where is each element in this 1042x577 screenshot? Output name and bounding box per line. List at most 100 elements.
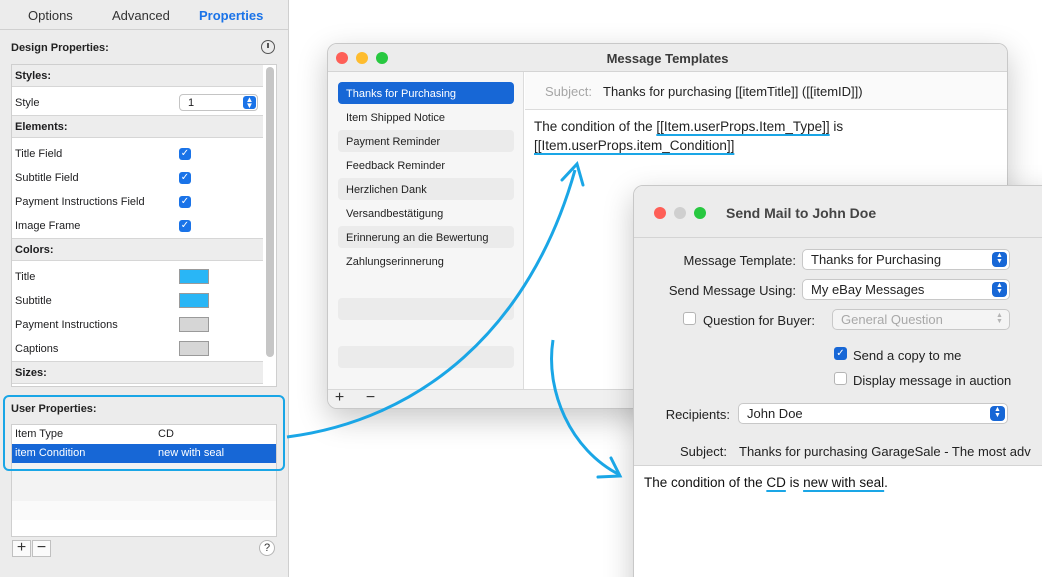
template-select-value: Thanks for Purchasing [811,252,942,267]
element-label: Image Frame [15,220,81,232]
question-checkbox[interactable] [683,312,696,325]
element-label: Payment Instructions Field [15,196,145,208]
minimize-icon[interactable] [674,207,686,219]
empty-row [12,482,276,501]
body-text: The condition of the [644,475,767,490]
send-copy-checkbox[interactable]: ✓ [834,347,847,360]
template-list: Thanks for Purchasing Item Shipped Notic… [328,72,524,389]
template-body-editor[interactable]: The condition of the [[Item.userProps.It… [534,117,1004,155]
substituted-value: CD [766,475,786,490]
empty-row [338,298,514,320]
list-item[interactable]: Feedback Reminder [338,154,514,176]
placeholder-token: [[Item.userProps.Item_Type]] [656,119,830,134]
chevron-updown-icon: ▲ ▼ [996,312,1003,325]
subject-field[interactable]: Thanks for purchasing [[itemTitle]] ([[i… [603,84,863,99]
list-item[interactable]: Versandbestätigung [338,202,514,224]
element-label: Subtitle Field [15,172,79,184]
chevron-updown-icon: ▲ ▼ [992,282,1007,297]
scrollbar[interactable] [266,67,274,357]
using-select[interactable]: My eBay Messages ▲ ▼ [802,279,1010,300]
window-title: Message Templates [606,51,729,66]
list-item[interactable]: Payment Reminder [338,130,514,152]
element-row: Payment Instructions Field ✓ [12,190,263,214]
subject-row: Subject: Thanks for purchasing GarageSal… [634,438,1042,466]
send-copy-label: Send a copy to me [853,348,962,363]
group-elements: Elements: [12,115,263,138]
style-select[interactable]: 1 ▲ ▼ [179,94,258,111]
display-in-auction-checkbox[interactable] [834,372,847,385]
zoom-icon[interactable] [694,207,706,219]
list-item[interactable]: Item Shipped Notice [338,106,514,128]
style-value: 1 [188,97,195,109]
subject-label: Subject: [680,444,727,459]
add-property-button[interactable]: + [12,540,31,557]
color-swatch[interactable] [179,341,209,356]
subject-label: Subject: [545,84,592,99]
color-swatch[interactable] [179,293,209,308]
message-body-editor[interactable]: The condition of the CD is new with seal… [644,475,888,490]
substituted-value: new with seal [803,475,885,490]
window-title: Send Mail to John Doe [726,205,877,221]
color-row: Captions [12,337,263,361]
tab-options[interactable]: Options [28,8,73,23]
element-checkbox[interactable]: ✓ [179,220,191,232]
using-label: Send Message Using: [668,283,796,298]
subject-bar: Subject: Thanks for purchasing [[itemTit… [525,72,1007,110]
chevron-updown-icon: ▲ ▼ [990,406,1005,421]
element-checkbox[interactable]: ✓ [179,196,191,208]
element-checkbox[interactable]: ✓ [179,148,191,160]
subject-field[interactable]: Thanks for purchasing GarageSale - The m… [739,444,1031,459]
color-label: Title [15,271,36,283]
titlebar: Send Mail to John Doe [634,186,1042,238]
element-label: Title Field [15,148,63,160]
help-button[interactable]: ? [259,540,275,556]
display-in-auction-label: Display message in auction [853,373,1012,388]
color-swatch[interactable] [179,317,209,332]
recipients-select[interactable]: John Doe ▲ ▼ [738,403,1008,424]
recipients-select-value: John Doe [747,406,803,421]
recipients-label: Recipients: [665,407,730,422]
history-icon[interactable] [261,40,275,54]
tab-properties[interactable]: Properties [199,8,263,23]
remove-property-button[interactable]: − [32,540,51,557]
design-properties-title: Design Properties: [11,42,109,54]
group-sizes: Sizes: [12,361,263,384]
color-row: Title [12,265,263,289]
list-item[interactable]: Zahlungserinnerung [338,250,514,272]
color-swatch[interactable] [179,269,209,284]
template-select[interactable]: Thanks for Purchasing ▲ ▼ [802,249,1010,270]
style-label: Style [15,97,40,109]
color-label: Captions [15,343,59,355]
add-template-button[interactable]: + [330,390,349,408]
body-text: is [829,119,844,134]
question-select[interactable]: General Question ▲ ▼ [832,309,1010,330]
element-checkbox[interactable]: ✓ [179,172,191,184]
chevron-updown-icon: ▲ ▼ [992,252,1007,267]
design-properties-list: Styles: Style 1 ▲ ▼ Elements: Title Field… [11,64,277,387]
group-colors: Colors: [12,238,263,261]
list-item[interactable]: Herzlichen Dank [338,178,514,200]
list-item[interactable]: Thanks for Purchasing [338,82,514,104]
tab-advanced[interactable]: Advanced [112,8,170,23]
style-row: Style 1 ▲ ▼ [12,91,263,115]
color-row: Subtitle [12,289,263,313]
remove-template-button[interactable]: − [361,390,380,408]
send-mail-form: Message Template: Thanks for Purchasing … [634,238,1042,464]
color-label: Subtitle [15,295,52,307]
body-text: . [884,475,888,490]
inspector-tabbar: Options Advanced Properties [0,0,288,30]
close-icon[interactable] [654,207,666,219]
stepper-icon: ▲ ▼ [243,96,256,110]
element-row: Subtitle Field ✓ [12,166,263,190]
empty-row [12,501,276,520]
element-row: Title Field ✓ [12,142,263,166]
color-label: Payment Instructions [15,319,118,331]
placeholder-token: [[Item.userProps.item_Condition]] [534,138,735,153]
inspector-panel: Options Advanced Properties Design Prope… [0,0,289,577]
annotation-highlight [3,395,285,471]
using-select-value: My eBay Messages [811,282,925,297]
list-item[interactable]: Erinnerung an die Bewertung [338,226,514,248]
group-styles: Styles: [12,65,263,87]
body-text: The condition of the [534,119,657,134]
empty-row [338,346,514,368]
